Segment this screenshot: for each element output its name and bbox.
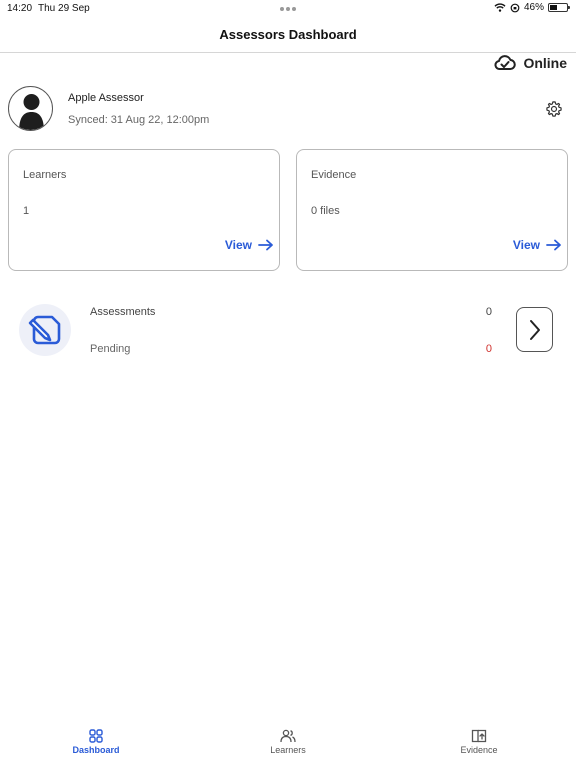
learners-count: 1 [23,205,30,217]
battery-percent: 46% [523,2,544,13]
chevron-right-icon [529,319,540,340]
evidence-card: Evidence 0 files View [296,149,568,271]
header: Assessors Dashboard [0,16,576,53]
connection-status: Online [494,55,567,71]
status-bar: 14:20 Thu 29 Sep 46% [0,0,576,16]
arrow-right-icon [546,239,561,251]
assessments-open-button[interactable] [516,307,553,352]
tab-dashboard[interactable]: Dashboard [48,729,144,755]
tab-learners-label: Learners [270,745,306,755]
arrow-right-icon [258,239,273,251]
grid-icon [89,729,103,743]
person-icon [19,94,44,130]
tab-learners[interactable]: Learners [240,729,336,755]
online-label: Online [523,55,567,71]
gear-icon[interactable] [545,100,563,118]
tab-dashboard-label: Dashboard [72,745,120,755]
learners-view-label: View [224,238,252,252]
edit-document-icon [28,315,61,345]
status-time: 14:20 [7,3,33,14]
learners-card-title: Learners [23,169,67,181]
assessment-icon-container [19,304,71,356]
pending-count: 0 [485,343,492,355]
pending-label: Pending [90,343,131,355]
wifi-icon [494,3,506,12]
assessments-count: 0 [485,306,492,318]
orientation-lock-icon [510,3,520,12]
tab-bar: Dashboard Learners Evidence [0,726,576,768]
page-title: Assessors Dashboard [219,27,357,42]
evidence-view-button[interactable]: View [513,238,562,252]
evidence-count: 0 files [311,205,340,217]
status-date: Thu 29 Sep [38,3,90,14]
battery-icon [548,3,570,12]
folder-upload-icon [471,729,487,743]
tab-evidence-label: Evidence [460,745,498,755]
cloud-check-icon [494,55,517,70]
multitasking-dots[interactable] [280,7,296,11]
learners-view-button[interactable]: View [225,238,274,252]
tab-evidence[interactable]: Evidence [431,729,527,755]
learners-card: Learners 1 View [8,149,280,271]
avatar [8,86,53,131]
assessments-label: Assessments [90,306,156,318]
users-icon [280,729,296,743]
evidence-view-label: View [512,238,540,252]
user-name: Apple Assessor [68,92,144,104]
sync-status: Synced: 31 Aug 22, 12:00pm [68,114,210,126]
evidence-card-title: Evidence [311,169,357,181]
status-indicators: 46% [494,2,570,13]
